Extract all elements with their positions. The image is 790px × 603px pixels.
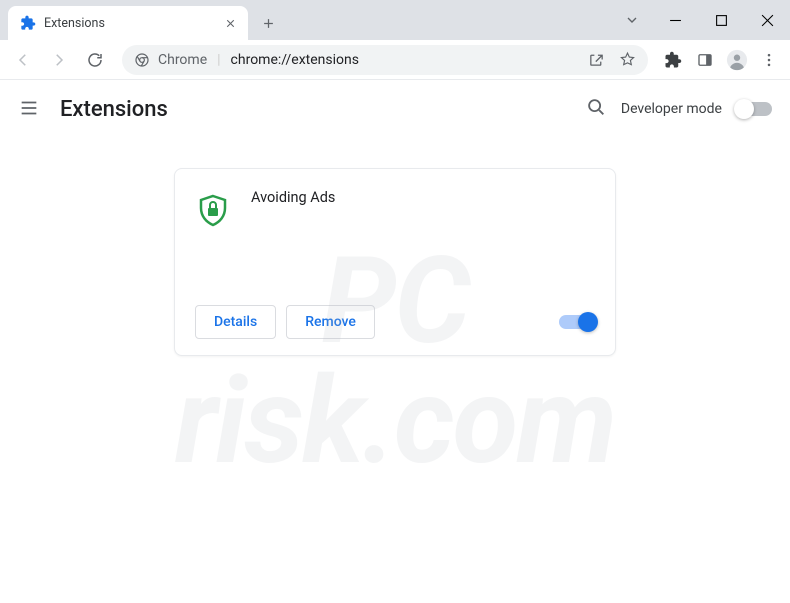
tab-title: Extensions [44,16,222,31]
window-minimize-button[interactable] [652,0,698,40]
page-content: PC risk.com Extensions Developer mode [0,80,790,603]
back-button[interactable] [8,45,38,75]
remove-button[interactable]: Remove [286,305,375,339]
tab-close-button[interactable] [222,15,238,31]
page-title: Extensions [60,97,168,122]
details-button[interactable]: Details [195,305,276,339]
reload-button[interactable] [80,45,110,75]
share-icon[interactable] [588,51,605,68]
extensions-icon[interactable] [660,47,686,73]
extension-name: Avoiding Ads [251,189,335,299]
bookmark-star-icon[interactable] [619,51,636,68]
chrome-icon [134,52,150,68]
address-bar[interactable]: Chrome | chrome://extensions [122,45,648,75]
side-panel-icon[interactable] [692,47,718,73]
forward-button[interactable] [44,45,74,75]
browser-tab[interactable]: Extensions [8,6,248,40]
browser-toolbar: Chrome | chrome://extensions [0,40,790,80]
developer-mode-toggle[interactable] [736,102,772,116]
window-controls [612,0,790,40]
kebab-menu-icon[interactable] [756,47,782,73]
new-tab-button[interactable] [254,9,282,37]
extension-enable-toggle[interactable] [559,315,595,329]
search-icon[interactable] [585,96,607,122]
extension-card: Avoiding Ads Details Remove [174,168,616,356]
window-maximize-button[interactable] [698,0,744,40]
profile-avatar-icon[interactable] [724,47,750,73]
window-close-button[interactable] [744,0,790,40]
extensions-header: Extensions Developer mode [0,80,790,138]
omnibox-text: Chrome | chrome://extensions [158,52,359,68]
window-titlebar: Extensions [0,0,790,40]
developer-mode-label: Developer mode [621,101,722,117]
chevron-down-icon[interactable] [612,12,652,28]
hamburger-menu-icon[interactable] [18,97,42,121]
extension-puzzle-icon [20,15,36,31]
extension-shield-icon [195,193,231,229]
